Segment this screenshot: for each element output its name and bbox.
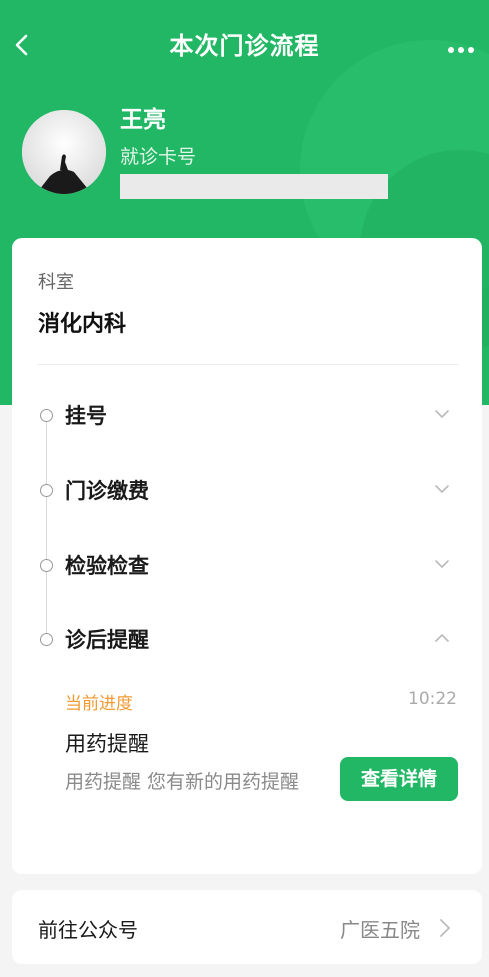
timeline-line bbox=[46, 414, 47, 638]
chevron-down-icon bbox=[432, 479, 452, 499]
patient-name: 王亮 bbox=[120, 107, 166, 133]
hospital-name: 广医五院 bbox=[340, 918, 420, 942]
avatar bbox=[22, 110, 106, 194]
progress-time: 10:22 bbox=[408, 689, 457, 709]
more-dots-icon[interactable] bbox=[448, 38, 480, 53]
timeline-dot bbox=[40, 559, 53, 572]
chevron-up-icon bbox=[432, 628, 452, 648]
card-number-label: 就诊卡号 bbox=[120, 146, 197, 168]
department-name: 消化内科 bbox=[38, 312, 127, 337]
chevron-down-icon bbox=[432, 404, 452, 424]
navbar: 本次门诊流程 bbox=[0, 0, 489, 88]
divider bbox=[38, 364, 458, 365]
official-account-link[interactable]: 前往公众号 广医五院 bbox=[12, 890, 482, 964]
view-details-button[interactable]: 查看详情 bbox=[340, 757, 458, 801]
step-label: 门诊缴费 bbox=[65, 479, 149, 503]
step-post-visit-reminder[interactable]: 诊后提醒 bbox=[12, 622, 482, 662]
step-registration[interactable]: 挂号 bbox=[12, 398, 482, 438]
step-label: 诊后提醒 bbox=[65, 628, 149, 652]
progress-label: 当前进度 bbox=[65, 694, 133, 714]
card-number-redacted bbox=[120, 174, 388, 199]
visit-flow-card: 科室 消化内科 挂号 门诊缴费 检验检查 诊后提醒 当前进度 10:22 用药提… bbox=[12, 238, 482, 874]
page-title: 本次门诊流程 bbox=[169, 32, 320, 60]
chevron-down-icon bbox=[432, 554, 452, 574]
step-label: 检验检查 bbox=[65, 554, 149, 578]
step-examination[interactable]: 检验检查 bbox=[12, 548, 482, 588]
chevron-right-icon bbox=[438, 917, 452, 939]
official-account-label: 前往公众号 bbox=[38, 918, 138, 942]
timeline-dot bbox=[40, 409, 53, 422]
department-label: 科室 bbox=[38, 272, 74, 293]
reminder-description: 用药提醒 您有新的用药提醒 bbox=[65, 771, 300, 793]
timeline-dot bbox=[40, 633, 53, 646]
step-label: 挂号 bbox=[65, 404, 107, 428]
step-payment[interactable]: 门诊缴费 bbox=[12, 473, 482, 513]
timeline-dot bbox=[40, 484, 53, 497]
reminder-title: 用药提醒 bbox=[65, 732, 149, 756]
